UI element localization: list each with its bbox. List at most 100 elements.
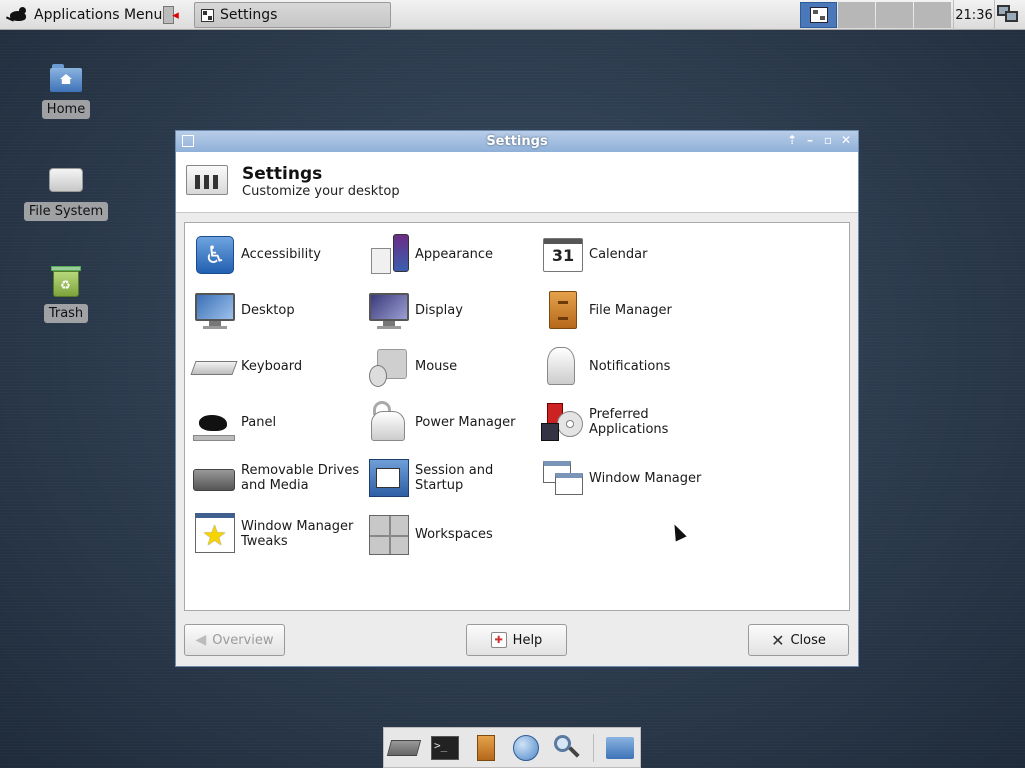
clock[interactable]: 21:36: [953, 0, 995, 30]
item-panel[interactable]: Panel: [191, 398, 276, 446]
window-manager-icon: [543, 461, 583, 495]
settings-manager-icon: [186, 165, 228, 199]
item-keyboard[interactable]: Keyboard: [190, 342, 303, 390]
close-icon: ✕: [771, 630, 785, 650]
item-label: Keyboard: [241, 358, 303, 374]
desktop-icon-label: Trash: [43, 304, 89, 323]
window-manager-tweaks-icon: ★: [195, 513, 235, 553]
item-label: Display: [415, 302, 463, 318]
logout-icon[interactable]: ◂: [160, 4, 182, 26]
top-panel: Applications Menu ◂ Settings 21:36: [0, 0, 1025, 30]
window-maximize-icon[interactable]: ▫: [822, 133, 834, 147]
show-desktop-button[interactable]: [387, 733, 422, 763]
item-removable-drives[interactable]: Removable Drives and Media: [191, 454, 361, 502]
help-button[interactable]: ✚ Help: [466, 624, 567, 656]
show-desktop-icon: [387, 739, 422, 756]
item-display[interactable]: Display: [365, 286, 463, 334]
desktop-icon-file-system[interactable]: File System: [21, 164, 111, 221]
home-folder-icon: [50, 62, 82, 94]
item-workspaces[interactable]: Workspaces: [365, 510, 493, 558]
back-arrow-icon: ◀: [195, 632, 207, 648]
item-label: Appearance: [415, 246, 494, 262]
window-title: Settings: [486, 134, 548, 149]
terminal-icon: >_: [431, 735, 460, 760]
item-window-manager[interactable]: Window Manager: [539, 454, 701, 502]
header-title: Settings: [242, 164, 323, 184]
close-button[interactable]: ✕ Close: [748, 624, 849, 656]
help-icon: ✚: [490, 632, 507, 648]
removable-drive-icon: [193, 469, 235, 491]
window-shade-icon[interactable]: ⇡: [786, 133, 798, 147]
item-label: Removable Drives and Media: [241, 463, 360, 493]
window-close-icon[interactable]: ✕: [840, 133, 852, 147]
file-manager-launcher[interactable]: [471, 733, 501, 763]
item-preferred-applications[interactable]: Preferred Applications: [539, 398, 679, 446]
folder-launcher[interactable]: [605, 733, 635, 763]
item-desktop[interactable]: Desktop: [191, 286, 295, 334]
workspace-1[interactable]: [800, 2, 837, 28]
item-label: Calendar: [589, 246, 648, 262]
item-file-manager[interactable]: File Manager: [539, 286, 672, 334]
web-browser-launcher[interactable]: [511, 733, 541, 763]
workspaces-icon: [369, 515, 409, 555]
item-session-startup[interactable]: Session and Startup: [365, 454, 505, 502]
mouse-icon: [365, 343, 411, 389]
keyboard-icon: [190, 361, 238, 375]
close-label: Close: [790, 632, 826, 648]
file-cabinet-icon: [476, 734, 495, 761]
applications-menu-button[interactable]: Applications Menu: [4, 2, 166, 28]
applications-menu-label: Applications Menu: [34, 7, 163, 23]
item-label: Panel: [241, 414, 277, 430]
header-subtitle: Customize your desktop: [242, 184, 400, 199]
taskbar-settings-label: Settings: [220, 7, 278, 23]
item-label: Accessibility: [241, 246, 321, 262]
power-manager-icon: [365, 399, 411, 445]
session-startup-icon: [369, 459, 409, 497]
app-finder-launcher[interactable]: [552, 733, 582, 763]
bottom-dock: >_: [383, 727, 641, 768]
item-label: File Manager: [589, 302, 672, 318]
desktop-icon-home[interactable]: Home: [21, 62, 111, 119]
workspace-4[interactable]: [914, 2, 951, 28]
notifications-icon: [547, 347, 575, 385]
file-manager-icon: [549, 291, 577, 329]
workspace-2[interactable]: [838, 2, 875, 28]
preferred-applications-icon: [539, 399, 585, 445]
xfce-mouse-icon: [5, 5, 30, 25]
desktop-icon-trash[interactable]: ♻ Trash: [21, 266, 111, 323]
trash-icon: ♻: [51, 266, 81, 298]
item-label: Notifications: [589, 358, 671, 374]
item-calendar[interactable]: 31 Calendar: [539, 230, 647, 278]
overview-button[interactable]: ◀ Overview: [184, 624, 285, 656]
folder-icon: [605, 736, 634, 759]
taskbar-settings-button[interactable]: Settings: [194, 2, 391, 28]
settings-icon-grid: ♿ Accessibility Appearance 31 Calendar D…: [184, 222, 850, 611]
item-label: Window Manager Tweaks: [241, 519, 354, 549]
item-appearance[interactable]: Appearance: [365, 230, 493, 278]
desktop-icon-label: File System: [23, 202, 109, 221]
item-notifications[interactable]: Notifications: [539, 342, 670, 390]
item-mouse[interactable]: Mouse: [365, 342, 457, 390]
window-minimize-icon[interactable]: –: [804, 133, 816, 147]
workspace-switcher: [800, 2, 951, 28]
window-titlebar[interactable]: Settings ⇡ – ▫ ✕: [176, 131, 858, 152]
item-window-manager-tweaks[interactable]: ★ Window Manager Tweaks: [191, 510, 361, 558]
hard-drive-icon: [49, 168, 83, 192]
globe-icon: [513, 734, 540, 761]
item-label: Mouse: [415, 358, 458, 374]
item-label: Preferred Applications: [589, 407, 669, 437]
workspace-3[interactable]: [876, 2, 913, 28]
terminal-launcher[interactable]: >_: [430, 733, 460, 763]
network-icon[interactable]: [997, 3, 1019, 25]
desktop-icon: [191, 287, 237, 333]
accessibility-icon: ♿: [196, 236, 234, 274]
settings-window-icon: [201, 8, 214, 22]
help-label: Help: [512, 632, 543, 648]
overview-label: Overview: [212, 632, 274, 648]
desktop-icon-label: Home: [41, 100, 91, 119]
appearance-icon: [371, 234, 409, 276]
display-icon: [365, 287, 411, 333]
settings-window: Settings ⇡ – ▫ ✕ Settings Customize your…: [175, 130, 859, 667]
item-accessibility[interactable]: ♿ Accessibility: [191, 230, 321, 278]
item-power-manager[interactable]: Power Manager: [365, 398, 515, 446]
